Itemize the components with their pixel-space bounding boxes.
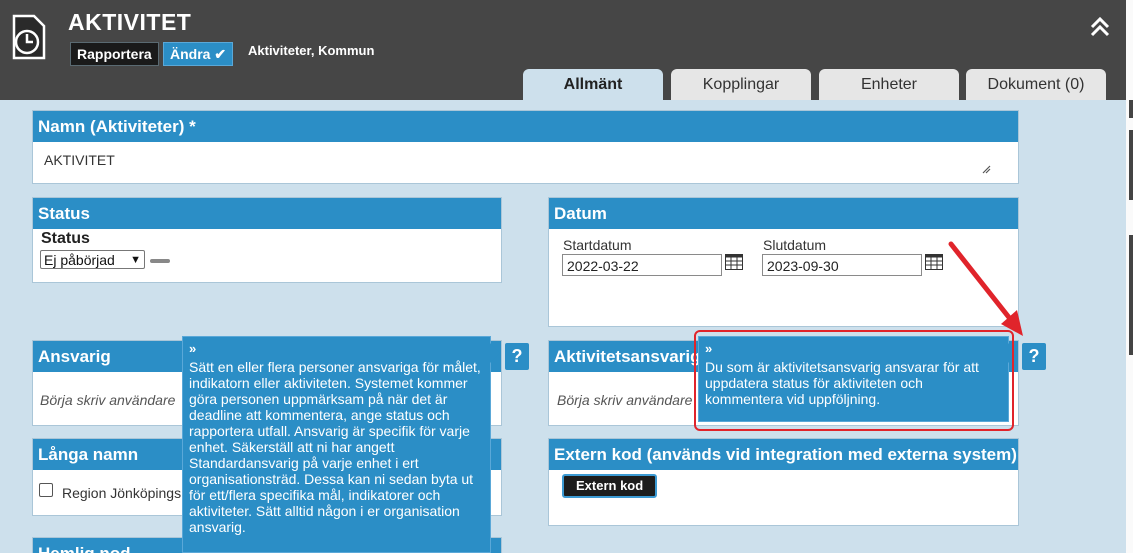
breadcrumb: Aktiviteter, Kommun <box>248 43 375 58</box>
namn-panel: Namn (Aktiviteter) * AKTIVITET <box>32 110 1019 184</box>
ansvarig-tooltip-text: Sätt en eller flera personer ansvariga f… <box>189 359 481 535</box>
startdatum-label: Startdatum <box>563 237 632 253</box>
scroll-mark <box>1129 100 1133 118</box>
datum-header: Datum <box>549 198 1018 229</box>
chevron-down-icon: ▼ <box>130 254 141 266</box>
resize-handle-icon[interactable] <box>981 164 991 174</box>
namn-header: Namn (Aktiviteter) * <box>33 111 1018 142</box>
slutdatum-label: Slutdatum <box>763 237 827 253</box>
startdatum-input[interactable]: 2022-03-22 <box>562 254 722 276</box>
calendar-icon[interactable] <box>925 254 943 270</box>
region-checkbox[interactable] <box>39 483 53 497</box>
scroll-mark <box>1129 235 1133 355</box>
tab-allmant[interactable]: Allmänt <box>523 69 663 100</box>
extern-kod-button[interactable]: Extern kod <box>562 474 658 498</box>
tab-kopplingar[interactable]: Kopplingar <box>671 69 811 100</box>
namn-input[interactable]: AKTIVITET <box>44 152 115 168</box>
ansvarig-input[interactable]: Börja skriv användare <box>40 392 175 408</box>
ansvarig-help-button[interactable]: ? <box>505 343 529 370</box>
red-arrow-icon <box>948 241 1023 336</box>
app-window: AKTIVITET Rapportera Ändra ✔ Aktiviteter… <box>0 0 1126 553</box>
status-label: Status <box>41 230 90 247</box>
status-select[interactable]: Ej påbörjad ▼ <box>40 250 145 269</box>
slutdatum-input[interactable]: 2023-09-30 <box>762 254 922 276</box>
ansvarig-tooltip: » Sätt en eller flera personer ansvariga… <box>182 336 491 553</box>
rapportera-button[interactable]: Rapportera <box>70 42 159 66</box>
app-header: AKTIVITET Rapportera Ändra ✔ Aktiviteter… <box>0 0 1126 100</box>
aktivitetsansvarig-help-button[interactable]: ? <box>1022 343 1046 370</box>
checkmark-icon: ✔ <box>214 46 227 62</box>
aktivitetsansvarig-input[interactable]: Börja skriv användare <box>557 392 692 408</box>
clock-icon <box>12 14 46 60</box>
tooltip-pointer <box>490 343 500 363</box>
status-header: Status <box>33 198 501 229</box>
extern-kod-header: Extern kod (används vid integration med … <box>549 439 1018 470</box>
tab-enheter[interactable]: Enheter <box>819 69 959 100</box>
page-title: AKTIVITET <box>68 9 192 35</box>
extern-kod-panel: Extern kod (används vid integration med … <box>548 438 1019 526</box>
status-indicator <box>150 259 170 263</box>
calendar-icon[interactable] <box>725 254 743 270</box>
status-select-value: Ej påbörjad <box>44 252 115 268</box>
tooltip-double-chevron-icon: » <box>189 341 197 356</box>
status-panel: Status Status Ej påbörjad ▼ <box>32 197 502 283</box>
scroll-mark <box>1129 130 1133 200</box>
andra-button[interactable]: Ändra ✔ <box>163 42 234 66</box>
collapse-chevron-icon[interactable] <box>1088 14 1112 38</box>
highlight-box <box>694 330 1014 431</box>
andra-label: Ändra <box>170 46 211 62</box>
tab-dokument[interactable]: Dokument (0) <box>966 69 1106 100</box>
